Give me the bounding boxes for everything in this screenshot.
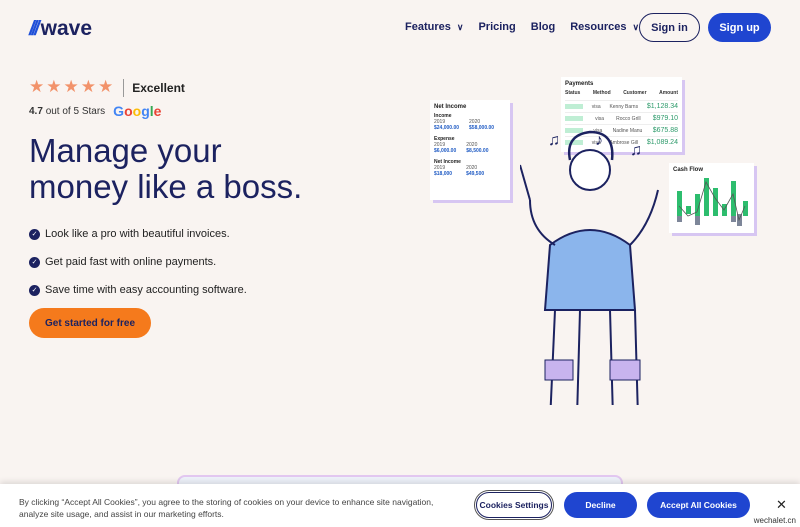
- svg-text:♫: ♫: [548, 132, 560, 149]
- cash-flow-chart: [677, 178, 748, 226]
- close-icon[interactable]: ✕: [776, 497, 787, 513]
- feature-item: ✓ Look like a pro with beautiful invoices…: [29, 220, 247, 248]
- accept-all-cookies-button[interactable]: Accept All Cookies: [647, 492, 750, 518]
- divider: [123, 78, 125, 97]
- rating-label: Excellent: [132, 80, 185, 95]
- chevron-down-icon: ∨: [456, 22, 464, 32]
- cookies-settings-button[interactable]: Cookies Settings: [474, 490, 554, 520]
- logo-text: wave: [40, 17, 93, 40]
- check-icon: ✓: [29, 256, 40, 268]
- sign-up-button[interactable]: Sign up: [708, 13, 771, 42]
- feature-item: ✓ Save time with easy accounting software…: [29, 276, 247, 304]
- nav-label: Resources: [570, 21, 627, 33]
- nav-features[interactable]: Features ∨: [405, 21, 463, 33]
- top-nav: ///wave Features ∨ Pricing Blog Resources…: [0, 13, 800, 43]
- check-icon: ✓: [29, 284, 40, 296]
- feature-item: ✓ Get paid fast with online payments.: [29, 248, 247, 276]
- watermark: wechalet.cn: [753, 516, 796, 525]
- nav-label: Features: [405, 21, 451, 33]
- get-started-button[interactable]: Get started for free: [29, 308, 151, 338]
- nav-blog[interactable]: Blog: [531, 21, 555, 33]
- cash-flow-card: Cash Flow: [669, 163, 754, 233]
- rating: ★★★★★ Excellent 4.7 out of 5 Stars Google: [29, 77, 185, 119]
- wave-logo-icon: ///: [29, 17, 40, 40]
- cookie-banner: By clicking “Accept All Cookies”, you ag…: [0, 484, 800, 527]
- conductor-illustration: ♫ ♪ ♫: [520, 130, 659, 405]
- rating-score: 4.7 out of 5 Stars: [29, 105, 106, 117]
- star-rating-icons: ★★★★★: [29, 77, 116, 96]
- sign-in-button[interactable]: Sign in: [639, 13, 700, 42]
- nav-pricing[interactable]: Pricing: [478, 21, 515, 33]
- wave-logo[interactable]: ///wave: [29, 17, 92, 41]
- hero-title: Manage your money like a boss.: [29, 132, 303, 205]
- cookie-text: By clicking “Accept All Cookies”, you ag…: [19, 497, 434, 519]
- decline-button[interactable]: Decline: [564, 492, 637, 518]
- nav-resources[interactable]: Resources ∨: [570, 21, 639, 33]
- svg-text:♪: ♪: [595, 132, 603, 149]
- google-logo: Google: [113, 103, 162, 119]
- feature-list: ✓ Look like a pro with beautiful invoices…: [29, 220, 247, 304]
- svg-text:♫: ♫: [630, 142, 642, 159]
- check-icon: ✓: [29, 228, 40, 240]
- net-income-card: Net Income Income 2019 $24,000.00 2020 $58,…: [430, 100, 510, 200]
